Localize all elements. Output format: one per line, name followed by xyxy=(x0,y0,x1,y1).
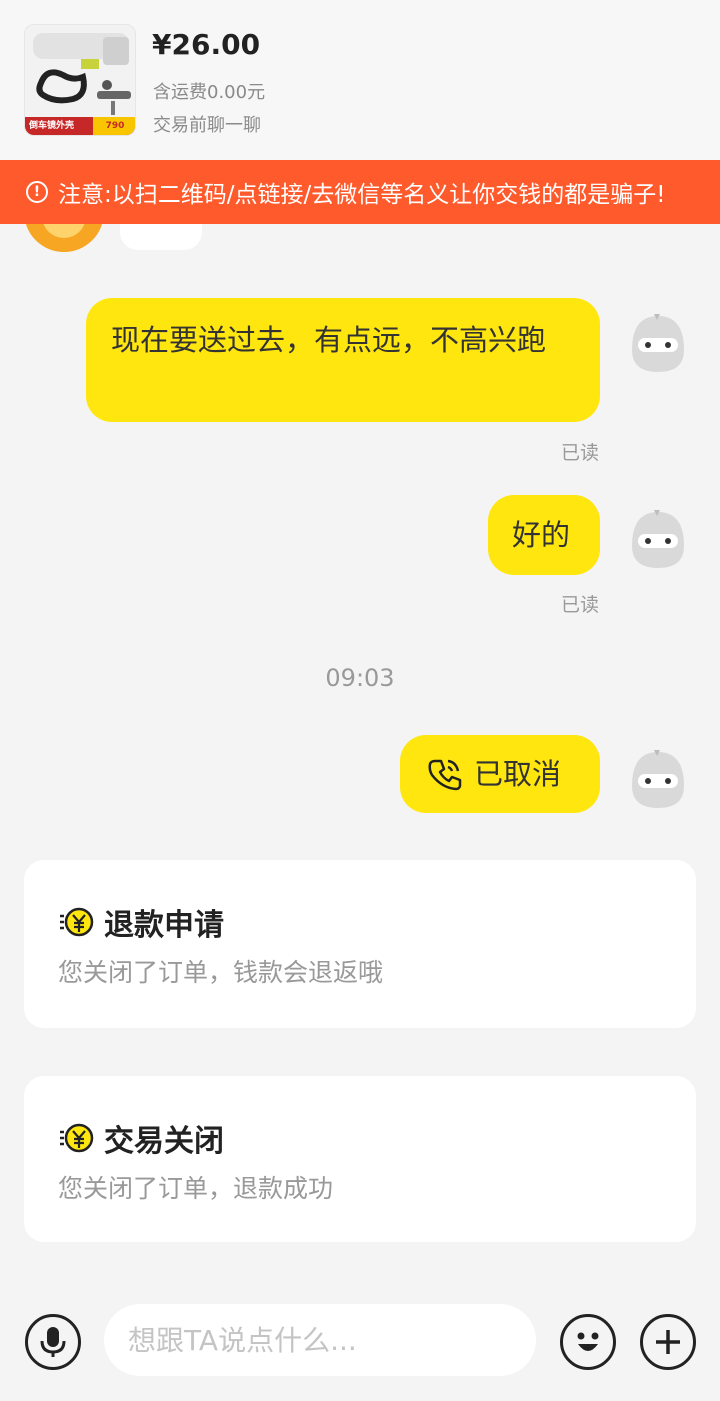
user-avatar[interactable] xyxy=(626,746,688,812)
yuan-coin-icon xyxy=(60,1123,94,1153)
emoji-button[interactable] xyxy=(560,1314,616,1370)
product-header[interactable]: 倒车镜外壳 790 ¥26.00 含运费0.00元 交易前聊一聊 xyxy=(0,0,720,160)
card-title: 交易关闭 xyxy=(104,1124,224,1159)
smiley-icon xyxy=(577,1332,599,1351)
plus-icon xyxy=(656,1330,680,1354)
more-options-button[interactable] xyxy=(640,1314,696,1370)
warning-text: 注意:以扫二维码/点链接/去微信等名义让你交钱的都是骗子! xyxy=(58,182,666,208)
read-status: 已读 xyxy=(561,594,600,616)
mirror-product-image xyxy=(33,33,131,115)
card-title: 退款申请 xyxy=(104,908,224,943)
message-text: 好的 xyxy=(512,518,571,552)
thumbnail-caption: 倒车镜外壳 xyxy=(29,121,75,131)
thumbnail-price: 790 xyxy=(93,117,135,135)
voice-input-button[interactable] xyxy=(25,1314,81,1370)
product-thumbnail[interactable]: 倒车镜外壳 790 xyxy=(24,24,136,136)
message-text: 已取消 xyxy=(474,757,562,791)
yuan-coin-icon xyxy=(60,907,94,937)
message-input[interactable] xyxy=(104,1304,536,1376)
product-thumbnail-strip: 倒车镜外壳 790 xyxy=(25,117,135,135)
exclamation-icon: ! xyxy=(26,181,48,203)
message-bubble[interactable]: 现在要送过去，有点远，不高兴跑 xyxy=(86,298,600,422)
product-price: ¥26.00 xyxy=(152,28,261,61)
phone-icon xyxy=(428,759,462,791)
card-description: 您关闭了订单，钱款会退返哦 xyxy=(58,958,384,987)
message-input-bar xyxy=(0,1290,720,1401)
card-title-row: 交易关闭 xyxy=(58,1116,224,1160)
card-title-row: 退款申请 xyxy=(58,900,224,944)
chat-hint: 交易前聊一聊 xyxy=(153,115,261,136)
fraud-warning-banner: ! 注意:以扫二维码/点链接/去微信等名义让你交钱的都是骗子! xyxy=(0,160,720,224)
microphone-icon xyxy=(40,1327,66,1357)
refund-request-card[interactable]: 退款申请 您关闭了订单，钱款会退返哦 xyxy=(24,860,696,1028)
user-avatar[interactable] xyxy=(626,506,688,572)
trade-closed-card[interactable]: 交易关闭 您关闭了订单，退款成功 xyxy=(24,1076,696,1242)
message-timestamp: 09:03 xyxy=(325,664,395,692)
message-text: 现在要送过去，有点远，不高兴跑 xyxy=(111,323,547,357)
read-status: 已读 xyxy=(561,442,600,464)
card-description: 您关闭了订单，退款成功 xyxy=(58,1174,334,1203)
user-avatar[interactable] xyxy=(626,310,688,376)
shipping-fee: 含运费0.00元 xyxy=(153,82,266,103)
call-message-bubble[interactable]: 已取消 xyxy=(400,735,600,813)
message-bubble[interactable]: 好的 xyxy=(488,495,600,575)
